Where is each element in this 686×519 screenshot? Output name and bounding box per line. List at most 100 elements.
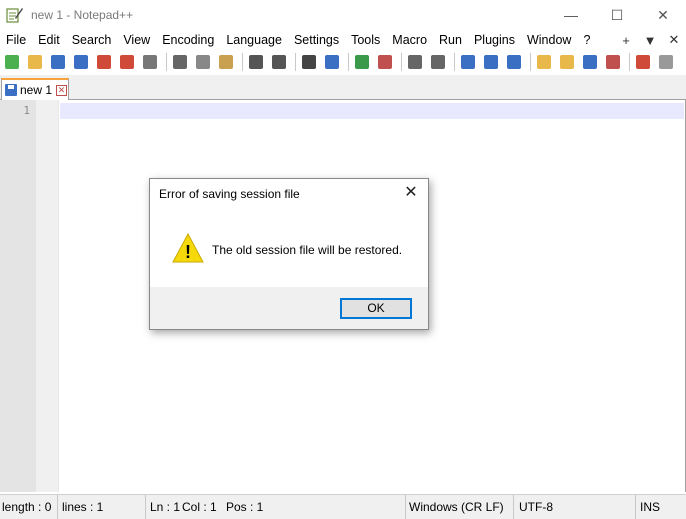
toolbar-separator <box>242 53 243 71</box>
dialog-body: ! The old session file will be restored. <box>150 215 428 287</box>
sync-horizontal-icon[interactable] <box>428 52 448 72</box>
function-list-icon-glyph <box>583 55 597 69</box>
sync-vertical-icon-glyph <box>408 55 422 69</box>
dialog-footer: OK <box>150 287 428 329</box>
status-bar: length : 0 lines : 1 Ln : 1 Col : 1 Pos … <box>0 494 686 519</box>
status-encoding[interactable]: UTF-8 <box>514 494 636 519</box>
folder-workspace-icon[interactable] <box>603 52 623 72</box>
toolbar-separator <box>629 53 630 71</box>
replace-icon[interactable] <box>322 52 342 72</box>
indent-guide-icon-glyph <box>507 55 521 69</box>
toolbar-separator <box>295 53 296 71</box>
menu-run[interactable]: Run <box>433 30 468 50</box>
print-icon[interactable] <box>140 52 160 72</box>
status-ln: Ln : 1 <box>150 499 181 514</box>
status-eol[interactable]: Windows (CR LF) <box>406 494 514 519</box>
find-icon[interactable] <box>299 52 319 72</box>
zoom-in-icon[interactable] <box>352 52 372 72</box>
zoom-out-icon-glyph <box>378 55 392 69</box>
user-language-icon-glyph <box>537 55 551 69</box>
menu-encoding[interactable]: Encoding <box>156 30 220 50</box>
menu-file[interactable]: File <box>0 30 32 50</box>
open-file-icon[interactable] <box>25 52 45 72</box>
toolbar-separator <box>530 53 531 71</box>
indent-guide-icon[interactable] <box>504 52 524 72</box>
window-close-button[interactable]: ✕ <box>640 0 686 30</box>
show-all-chars-icon[interactable] <box>481 52 501 72</box>
tab-list-dropdown-icon[interactable]: ▼ <box>638 33 662 48</box>
line-number: 1 <box>23 104 30 117</box>
stop-macro-icon[interactable] <box>656 52 676 72</box>
function-list-icon[interactable] <box>580 52 600 72</box>
save-all-icon-glyph <box>74 55 88 69</box>
menu-view[interactable]: View <box>117 30 156 50</box>
menu-tools[interactable]: Tools <box>345 30 386 50</box>
save-all-icon[interactable] <box>71 52 91 72</box>
redo-icon-glyph <box>272 55 286 69</box>
dialog-close-button[interactable]: ✕ <box>402 184 420 202</box>
copy-icon[interactable] <box>193 52 213 72</box>
close-icon[interactable] <box>94 52 114 72</box>
redo-icon[interactable] <box>269 52 289 72</box>
show-all-chars-icon-glyph <box>484 55 498 69</box>
close-all-icon-glyph <box>120 55 134 69</box>
minimize-button[interactable]: — <box>548 0 594 30</box>
maximize-button[interactable]: ☐ <box>594 0 640 30</box>
sync-vertical-icon[interactable] <box>405 52 425 72</box>
title-bar: new 1 - Notepad++ — ☐ ✕ <box>0 0 686 30</box>
line-number-gutter: 1 <box>0 100 36 492</box>
menu-macro[interactable]: Macro <box>386 30 433 50</box>
replace-icon-glyph <box>325 55 339 69</box>
paste-icon-glyph <box>219 55 233 69</box>
menu-language[interactable]: Language <box>220 30 288 50</box>
sync-horizontal-icon-glyph <box>431 55 445 69</box>
record-macro-icon[interactable] <box>633 52 653 72</box>
cut-icon-glyph <box>173 55 187 69</box>
toolbar-separator <box>166 53 167 71</box>
menu-bar: File Edit Search View Encoding Language … <box>0 30 686 50</box>
dialog-title: Error of saving session file <box>159 187 300 201</box>
toolbar-separator <box>401 53 402 71</box>
new-file-icon-glyph <box>5 55 19 69</box>
close-document-icon[interactable]: ✕ <box>662 32 686 48</box>
paste-icon[interactable] <box>216 52 236 72</box>
find-icon-glyph <box>302 55 316 69</box>
dialog-message: The old session file will be restored. <box>212 243 403 257</box>
undo-icon[interactable] <box>246 52 266 72</box>
tab-close-icon[interactable]: ✕ <box>56 84 68 96</box>
menu-search[interactable]: Search <box>66 30 118 50</box>
print-icon-glyph <box>143 55 157 69</box>
ok-button[interactable]: OK <box>340 298 412 319</box>
error-dialog: Error of saving session file ✕ ! The old… <box>149 178 429 330</box>
cut-icon[interactable] <box>170 52 190 72</box>
word-wrap-icon[interactable] <box>458 52 478 72</box>
save-icon[interactable] <box>48 52 68 72</box>
window-title: new 1 - Notepad++ <box>31 8 134 22</box>
menu-settings[interactable]: Settings <box>288 30 345 50</box>
record-macro-icon-glyph <box>636 55 650 69</box>
undo-icon-glyph <box>249 55 263 69</box>
status-col: Col : 1 <box>182 499 217 514</box>
menu-help[interactable]: ? <box>577 30 596 50</box>
zoom-out-icon[interactable] <box>375 52 395 72</box>
user-language-icon[interactable] <box>534 52 554 72</box>
folder-workspace-icon-glyph <box>606 55 620 69</box>
menu-edit[interactable]: Edit <box>32 30 66 50</box>
tab-bar: new 1 ✕ <box>0 75 686 100</box>
document-map-icon[interactable] <box>557 52 577 72</box>
tab-label: new 1 <box>20 83 53 97</box>
fold-margin <box>36 100 59 492</box>
toolbar-separator <box>454 53 455 71</box>
current-line-highlight <box>60 103 684 119</box>
menu-window[interactable]: Window <box>521 30 577 50</box>
status-insert-mode[interactable]: INS <box>636 495 684 519</box>
tab-new-1[interactable]: new 1 ✕ <box>1 78 69 100</box>
save-icon-glyph <box>51 55 65 69</box>
menu-plugins[interactable]: Plugins <box>468 30 521 50</box>
word-wrap-icon-glyph <box>461 55 475 69</box>
close-all-icon[interactable] <box>117 52 137 72</box>
status-length: length : 0 <box>0 494 58 519</box>
zoom-in-icon-glyph <box>355 55 369 69</box>
new-file-icon[interactable] <box>2 52 22 72</box>
new-tab-plus-icon[interactable]: + <box>614 33 638 48</box>
